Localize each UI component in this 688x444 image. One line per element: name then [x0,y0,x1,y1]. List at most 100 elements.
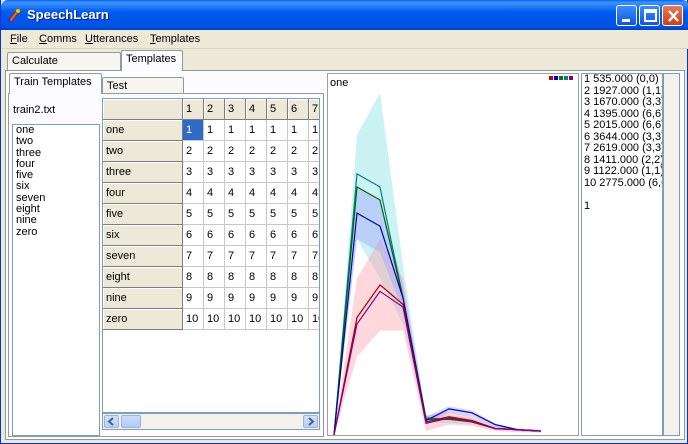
grid-cell[interactable]: 9 [288,288,309,309]
grid-cell[interactable]: 8 [246,267,267,288]
result-line[interactable]: 7 2619.000 (3,3) [582,143,662,155]
grid-cell[interactable]: 8 [267,267,288,288]
grid-row-header[interactable]: six [103,225,183,246]
grid-row-header[interactable]: nine [103,288,183,309]
template-grid[interactable]: 1 2 3 4 5 6 7 one 1 1 1 1 1 1 1 two 2 2 2 2 2 2 2 three 3 3 3 3 3 3 3 f… [102,98,320,413]
grid-cell[interactable]: 8 [204,267,225,288]
grid-row-header[interactable]: two [103,141,183,162]
grid-cell[interactable]: 6 [246,225,267,246]
best-match-result[interactable]: 1 [582,201,662,213]
list-item[interactable]: zero [13,226,99,238]
grid-cell[interactable]: 5 [183,204,204,225]
grid-column-header[interactable]: 5 [267,99,288,120]
grid-cell[interactable]: 4 [267,183,288,204]
grid-cell[interactable]: 2 [309,141,319,162]
scroll-thumb[interactable] [121,415,141,428]
grid-cell[interactable]: 9 [225,288,246,309]
grid-column-header[interactable]: 6 [288,99,309,120]
grid-cell[interactable]: 5 [267,204,288,225]
menu-file[interactable]: File [10,33,28,45]
menu-templates[interactable]: Templates [150,33,200,45]
maximize-button[interactable] [639,5,660,26]
grid-cell[interactable]: 3 [183,162,204,183]
grid-column-header[interactable]: 3 [225,99,246,120]
grid-cell[interactable]: 4 [288,183,309,204]
grid-cell[interactable]: 7 [183,246,204,267]
grid-cell[interactable]: 4 [183,183,204,204]
grid-cell[interactable]: 3 [309,162,319,183]
grid-cell[interactable]: 1 [309,120,319,141]
grid-cell[interactable]: 7 [225,246,246,267]
grid-cell[interactable]: 2 [183,141,204,162]
grid-cell[interactable]: 1 [267,120,288,141]
grid-row-header[interactable]: seven [103,246,183,267]
grid-column-header[interactable]: 2 [204,99,225,120]
grid-cell[interactable]: 4 [204,183,225,204]
words-listbox[interactable]: one two three four five six seven eight … [12,124,100,436]
grid-cell[interactable]: 3 [267,162,288,183]
grid-cell[interactable]: 5 [225,204,246,225]
grid-cell[interactable]: 4 [309,183,319,204]
grid-cell[interactable]: 2 [246,141,267,162]
grid-cell[interactable]: 7 [246,246,267,267]
grid-cell[interactable]: 9 [246,288,267,309]
menu-comms[interactable]: Comms [39,33,77,45]
grid-cell[interactable]: 6 [309,225,319,246]
grid-cell[interactable]: 10 [183,309,204,330]
grid-cell[interactable]: 4 [225,183,246,204]
grid-column-header[interactable]: 7 [309,99,319,120]
result-line[interactable]: 1 535.000 (0,0) [582,74,662,86]
list-item[interactable]: two [13,136,99,147]
grid-horizontal-scrollbar[interactable] [102,413,320,430]
grid-cell[interactable]: 2 [204,141,225,162]
grid-cell[interactable]: 7 [204,246,225,267]
grid-cell[interactable]: 10 [288,309,309,330]
grid-cell[interactable]: 1 [204,120,225,141]
grid-cell[interactable]: 6 [288,225,309,246]
grid-cell[interactable]: 9 [267,288,288,309]
grid-cell[interactable]: 9 [309,288,319,309]
grid-cell[interactable]: 7 [309,246,319,267]
grid-cell[interactable]: 6 [183,225,204,246]
grid-cell[interactable]: 5 [246,204,267,225]
result-line[interactable]: 9 1122.000 (1,1) [582,166,662,178]
grid-cell[interactable]: 3 [225,162,246,183]
list-item[interactable]: nine [13,215,99,226]
menu-utterances[interactable]: Utterances [85,33,138,45]
grid-row-header[interactable]: zero [103,309,183,330]
grid-cell[interactable]: 5 [288,204,309,225]
grid-cell[interactable]: 10 [225,309,246,330]
grid-cell[interactable]: 8 [183,267,204,288]
grid-cell[interactable]: 7 [267,246,288,267]
grid-cell[interactable]: 10 [267,309,288,330]
grid-row-header[interactable]: three [103,162,183,183]
grid-cell[interactable]: 10 [246,309,267,330]
results-listbox[interactable]: 1 535.000 (0,0) 2 1927.000 (1,1) 3 1670.00… [581,73,663,436]
grid-cell[interactable]: 2 [288,141,309,162]
grid-cell[interactable]: 9 [204,288,225,309]
grid-cell[interactable]: 6 [267,225,288,246]
grid-cell[interactable]: 5 [309,204,319,225]
grid-cell[interactable]: 2 [267,141,288,162]
grid-cell[interactable]: 3 [204,162,225,183]
grid-cell[interactable]: 10 [204,309,225,330]
grid-cell[interactable]: 8 [225,267,246,288]
tab-calculate-coefficients[interactable]: Calculate Coefficients [7,52,121,84]
title-bar[interactable]: SpeechLearn [1,0,688,30]
grid-cell[interactable]: 1 [246,120,267,141]
close-button[interactable] [662,5,683,26]
grid-cell[interactable]: 8 [309,267,319,288]
grid-row-header[interactable]: five [103,204,183,225]
grid-row-header[interactable]: eight [103,267,183,288]
grid-cell[interactable]: 8 [288,267,309,288]
grid-cell[interactable]: 3 [288,162,309,183]
grid-cell[interactable]: 3 [246,162,267,183]
tab-train-templates[interactable]: Train Templates [9,73,102,94]
grid-cell[interactable]: 1 [288,120,309,141]
grid-row-header[interactable]: four [103,183,183,204]
minimize-button[interactable] [616,5,637,26]
grid-cell[interactable]: 7 [288,246,309,267]
grid-cell[interactable]: 9 [183,288,204,309]
grid-column-header[interactable]: 1 [183,99,204,120]
grid-cell[interactable]: 5 [204,204,225,225]
